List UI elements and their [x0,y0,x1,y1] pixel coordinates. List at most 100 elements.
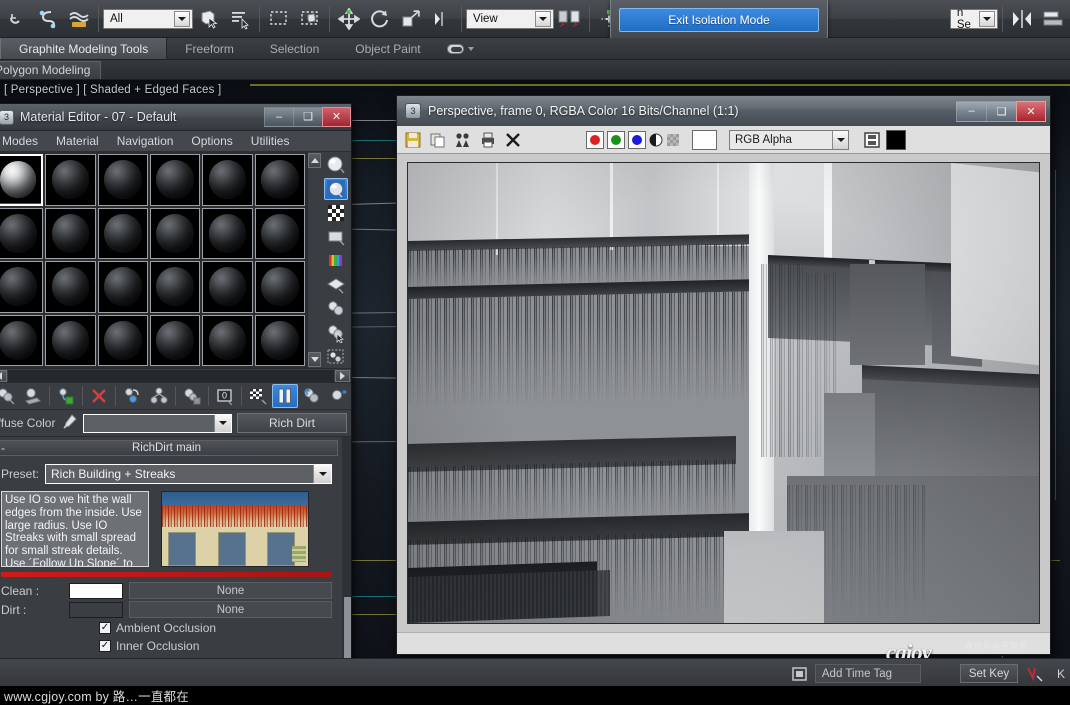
dirt-map-button[interactable]: None [129,601,332,618]
material-slot[interactable] [202,154,253,206]
channel-select-combo[interactable]: RGB Alpha [729,129,849,150]
menu-material[interactable]: Material [47,131,108,152]
parameters-scrollbar[interactable] [342,437,351,692]
select-by-material-icon[interactable] [324,322,348,344]
maximize-button[interactable]: ❑ [293,106,322,127]
clone-rendered-frame-icon[interactable] [452,129,474,151]
preset-combo[interactable]: Rich Building + Streaks [45,464,332,484]
show-map-in-viewport-icon[interactable] [245,384,271,408]
ribbon-minimize-icon[interactable] [446,43,464,54]
copy-image-icon[interactable] [427,129,449,151]
slot-vertical-scrollbar[interactable] [307,152,321,368]
material-effects-channel-icon[interactable]: 0 [212,384,238,408]
inner-occlusion-checkbox[interactable]: ✓ [99,640,111,652]
material-slot[interactable] [97,207,148,259]
diffuse-map-combo[interactable] [83,413,232,433]
rendered-image[interactable] [407,162,1040,624]
select-object-icon[interactable] [194,3,224,35]
selection-filter-combo[interactable]: All [103,8,193,29]
window-crossing-icon[interactable] [295,3,325,35]
scroll-track[interactable] [8,369,334,382]
richdirt-rollout-header[interactable]: - RichDirt main [0,440,338,456]
mirror-tool-icon[interactable] [1007,3,1037,35]
material-slot[interactable] [202,207,253,259]
collapse-icon[interactable]: - [1,442,5,454]
shader-type-button[interactable]: Rich Dirt [237,413,347,433]
inner-occlusion-row[interactable]: ✓ Inner Occlusion [0,637,338,655]
wave-snap-icon[interactable] [64,3,94,35]
go-to-parent-icon[interactable] [299,384,325,408]
use-pivot-point-icon[interactable] [555,3,585,35]
backlight-icon[interactable] [324,178,348,200]
material-slot[interactable] [45,314,96,366]
dirt-color-swatch[interactable] [69,601,123,618]
material-slot[interactable] [97,154,148,206]
close-button[interactable]: ✕ [322,106,351,127]
chevron-down-icon[interactable] [214,414,231,432]
material-slot[interactable] [202,261,253,313]
put-to-library-icon[interactable] [179,384,205,408]
material-slot[interactable] [45,261,96,313]
sample-type-sphere-icon[interactable] [324,154,348,176]
ambient-occlusion-checkbox[interactable]: ✓ [99,622,111,634]
maximize-button[interactable]: ❑ [986,100,1016,122]
material-slot[interactable] [254,261,305,313]
material-slot[interactable] [45,207,96,259]
material-slot[interactable] [0,207,44,259]
exit-isolation-mode-button[interactable]: Exit Isolation Mode [619,7,819,32]
menu-options[interactable]: Options [182,131,241,152]
reset-map-icon[interactable] [86,384,112,408]
scroll-left-button[interactable] [0,369,7,382]
make-material-copy-icon[interactable] [119,384,145,408]
set-key-button[interactable]: Set Key [959,664,1019,683]
snap-toggle-icon[interactable] [33,3,63,35]
subtab-polygon-modeling[interactable]: Polygon Modeling [0,60,102,79]
video-color-check-icon[interactable] [324,250,348,272]
select-rotate-icon[interactable] [365,3,395,35]
add-time-tag-field[interactable]: Add Time Tag [814,664,922,683]
material-slot[interactable] [0,261,44,313]
material-slot[interactable] [254,314,305,366]
minimize-button[interactable]: – [264,106,293,127]
display-alpha-icon[interactable] [666,133,680,147]
material-slot[interactable] [149,154,201,206]
key-mode-icon[interactable] [790,665,809,683]
material-slot[interactable] [254,207,305,259]
put-material-to-scene-icon[interactable] [20,384,46,408]
background-checker-icon[interactable] [324,202,348,224]
minimize-button[interactable]: – [956,100,986,122]
chevron-down-icon[interactable] [174,10,190,27]
material-slot[interactable] [45,154,96,206]
make-preview-icon[interactable] [324,274,348,296]
assign-material-icon[interactable] [53,384,79,408]
print-image-icon[interactable] [477,129,499,151]
select-by-name-icon[interactable] [225,3,255,35]
key-filters-button[interactable]: K [1051,665,1070,683]
material-slot[interactable] [202,314,253,366]
tab-freeform[interactable]: Freeform [167,38,252,59]
named-selection-combo[interactable]: n Se [949,7,998,31]
material-slot[interactable] [254,154,305,206]
material-slot[interactable] [97,261,148,313]
rect-select-icon[interactable] [264,3,294,35]
undo-icon[interactable] [2,3,32,35]
clean-map-button[interactable]: None [129,582,332,599]
chevron-down-icon[interactable] [535,10,551,27]
save-image-icon[interactable] [402,129,424,151]
material-slot[interactable] [149,261,201,313]
select-move-icon[interactable] [334,3,364,35]
scroll-right-button[interactable] [335,369,350,382]
get-material-icon[interactable] [0,384,19,408]
blue-channel-button[interactable] [628,130,646,149]
chevron-down-icon[interactable] [979,10,995,27]
align-icon[interactable] [1038,3,1068,35]
monochrome-swatch[interactable] [692,129,717,150]
tab-object-paint[interactable]: Object Paint [337,38,438,59]
render-window-titlebar[interactable]: 3 Perspective, frame 0, RGBA Color 16 Bi… [397,96,1050,126]
material-slot[interactable] [0,154,44,206]
tab-selection[interactable]: Selection [252,38,337,59]
clean-color-swatch[interactable] [69,582,123,599]
select-scale-icon[interactable] [396,3,426,35]
chevron-down-icon[interactable] [313,465,331,483]
material-id-channel-icon[interactable] [324,346,348,368]
